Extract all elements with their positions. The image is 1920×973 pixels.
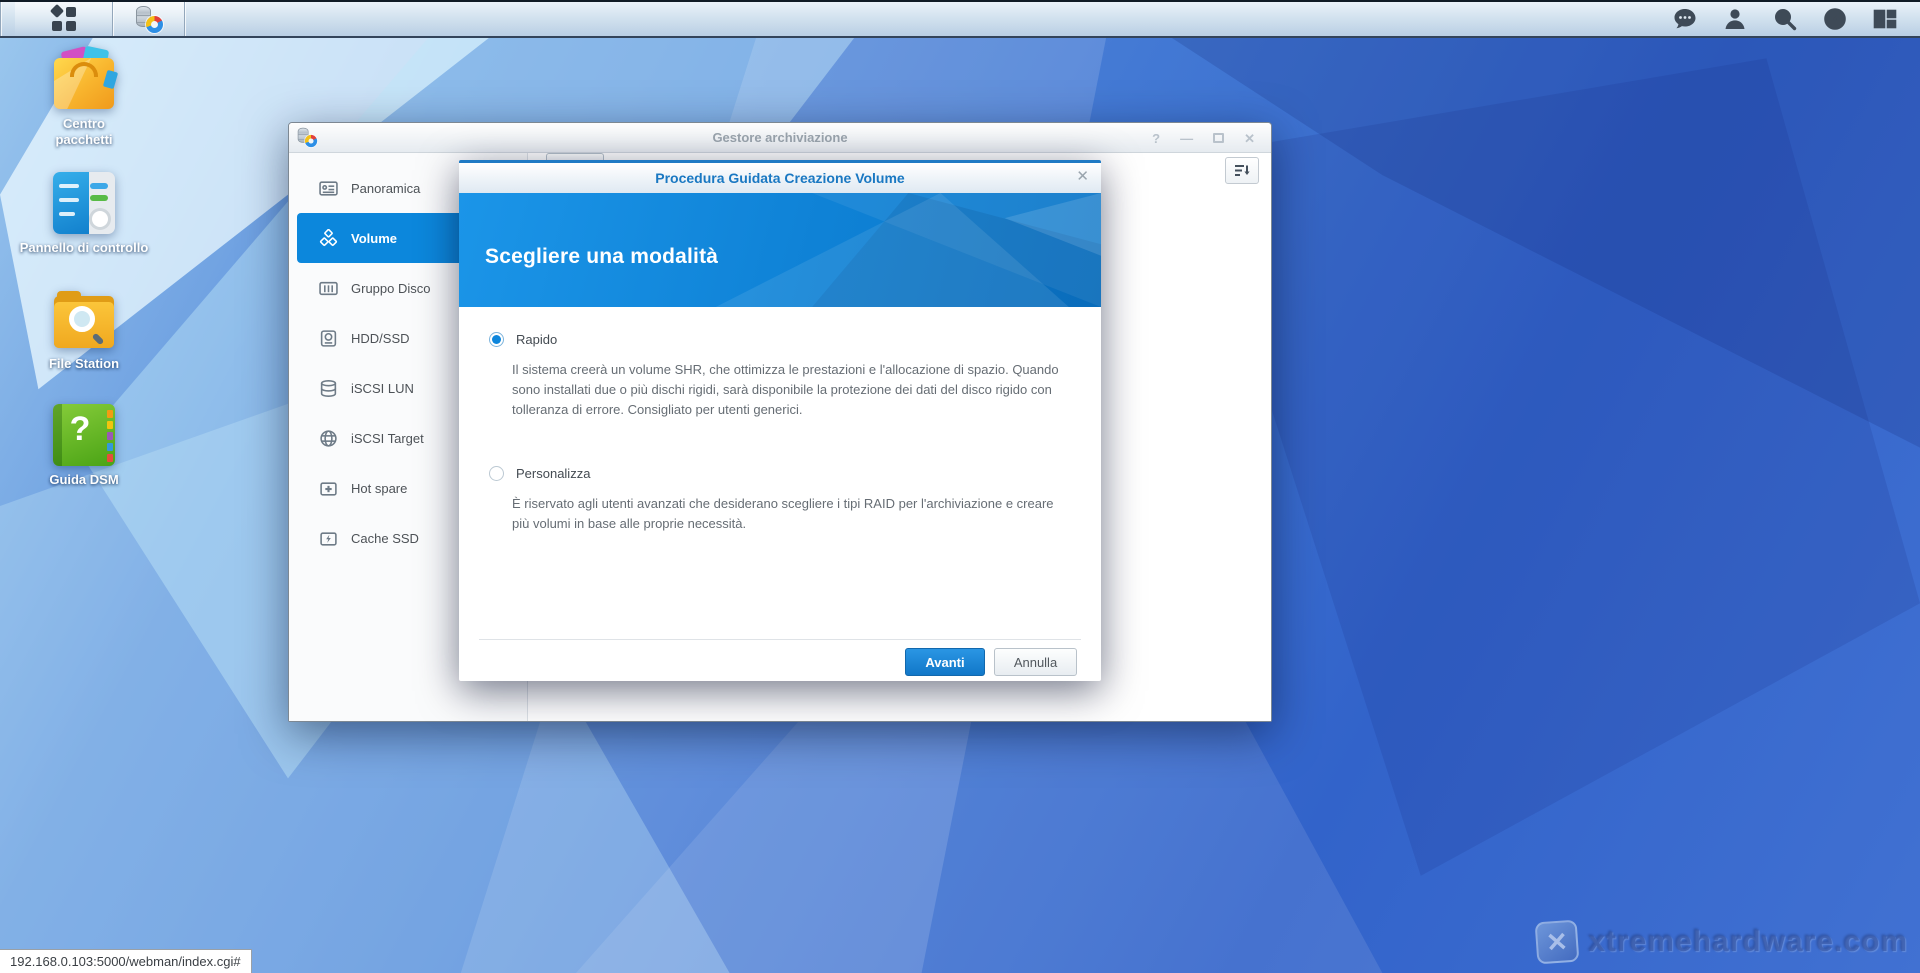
control-panel-icon: [53, 172, 115, 234]
radio-label: Rapido: [516, 332, 557, 347]
sidebar-item-label: iSCSI Target: [351, 431, 424, 446]
radio-label: Personalizza: [516, 466, 590, 481]
sidebar-item-label: Hot spare: [351, 481, 407, 496]
help-button[interactable]: ?: [1152, 132, 1160, 145]
sidebar-item-label: HDD/SSD: [351, 331, 410, 346]
cancel-button[interactable]: Annulla: [994, 648, 1077, 676]
dsm-help-icon: ?: [53, 404, 115, 466]
iscsi-lun-icon: [319, 379, 338, 398]
volume-wizard-dialog: Procedura Guidata Creazione Volume ✕ Sce…: [459, 160, 1101, 681]
radio-option-personalizza[interactable]: Personalizza: [489, 466, 590, 481]
dialog-title: Procedura Guidata Creazione Volume: [655, 170, 904, 186]
desktop-icon-label: Centro pacchetti: [38, 116, 130, 148]
maximize-button[interactable]: [1213, 133, 1224, 143]
dialog-content: Rapido Il sistema creerà un volume SHR, …: [459, 310, 1101, 636]
storage-manager-icon: [297, 127, 317, 147]
close-button[interactable]: ✕: [1244, 132, 1255, 145]
desktop-icon-label: Guida DSM: [4, 472, 164, 488]
user-icon[interactable]: [1722, 6, 1748, 32]
iscsi-target-icon: [319, 429, 338, 448]
chat-icon[interactable]: [1672, 6, 1698, 32]
volume-cubes-icon: [319, 229, 338, 248]
desktop-icon-label: Pannello di controllo: [4, 240, 164, 256]
apps-menu-icon: [51, 6, 77, 32]
package-center-icon: [53, 48, 115, 110]
taskbar-separator: [0, 2, 1, 36]
radio-unselected-icon[interactable]: [489, 466, 504, 481]
watermark: ✕ xtremehardware.com: [1536, 921, 1908, 963]
desktop-icon-control-panel[interactable]: Pannello di controllo: [24, 172, 144, 256]
search-icon[interactable]: [1772, 6, 1798, 32]
cache-ssd-icon: [319, 529, 338, 548]
hot-spare-icon: [319, 479, 338, 498]
sidebar-item-label: iSCSI LUN: [351, 381, 414, 396]
sidebar-item-label: Panoramica: [351, 181, 420, 196]
widgets-icon[interactable]: [1872, 6, 1898, 32]
overview-icon: [319, 179, 338, 198]
desktop-icon-dsm-help[interactable]: ? Guida DSM: [24, 404, 144, 488]
option-description: Il sistema creerà un volume SHR, che ott…: [512, 360, 1074, 420]
sidebar-item-label: Cache SSD: [351, 531, 419, 546]
disk-group-icon: [319, 279, 338, 298]
browser-status-url: 192.168.0.103:5000/webman/index.cgi#: [0, 949, 252, 973]
desktop-icon-file-station[interactable]: File Station: [24, 288, 144, 372]
window-titlebar[interactable]: Gestore archiviazione ? — ✕: [289, 123, 1271, 153]
main-menu-button[interactable]: [15, 2, 112, 36]
option-description: È riservato agli utenti avanzati che des…: [512, 494, 1074, 534]
storage-manager-icon: [135, 5, 163, 33]
dialog-titlebar: Procedura Guidata Creazione Volume ✕: [459, 163, 1101, 193]
dialog-banner: Scegliere una modalità: [459, 193, 1101, 307]
desktop-icon-label: File Station: [4, 356, 164, 372]
watermark-logo-icon: ✕: [1535, 920, 1580, 965]
taskbar: [0, 0, 1920, 38]
sidebar-item-label: Volume: [351, 231, 397, 246]
desktop-icon-package-center[interactable]: Centro pacchetti: [24, 48, 144, 148]
storage-manager-task-button[interactable]: [113, 2, 184, 36]
dialog-footer: Avanti Annulla: [905, 648, 1077, 676]
dialog-close-icon[interactable]: ✕: [1076, 169, 1089, 184]
dialog-heading: Scegliere una modalità: [485, 245, 718, 269]
file-station-icon: [53, 288, 115, 350]
watermark-text: xtremehardware.com: [1588, 925, 1908, 959]
next-button[interactable]: Avanti: [905, 648, 985, 676]
radio-selected-icon[interactable]: [489, 332, 504, 347]
sidebar-item-label: Gruppo Disco: [351, 281, 430, 296]
hdd-icon: [319, 329, 338, 348]
collapse-sort-button[interactable]: [1225, 157, 1259, 184]
sort-icon: [1234, 164, 1251, 178]
pilot-gauge-icon[interactable]: [1822, 6, 1848, 32]
footer-divider: [479, 639, 1081, 640]
window-title: Gestore archiviazione: [289, 130, 1271, 145]
taskbar-separator: [184, 2, 185, 36]
radio-option-rapido[interactable]: Rapido: [489, 332, 557, 347]
minimize-button[interactable]: —: [1180, 132, 1193, 145]
